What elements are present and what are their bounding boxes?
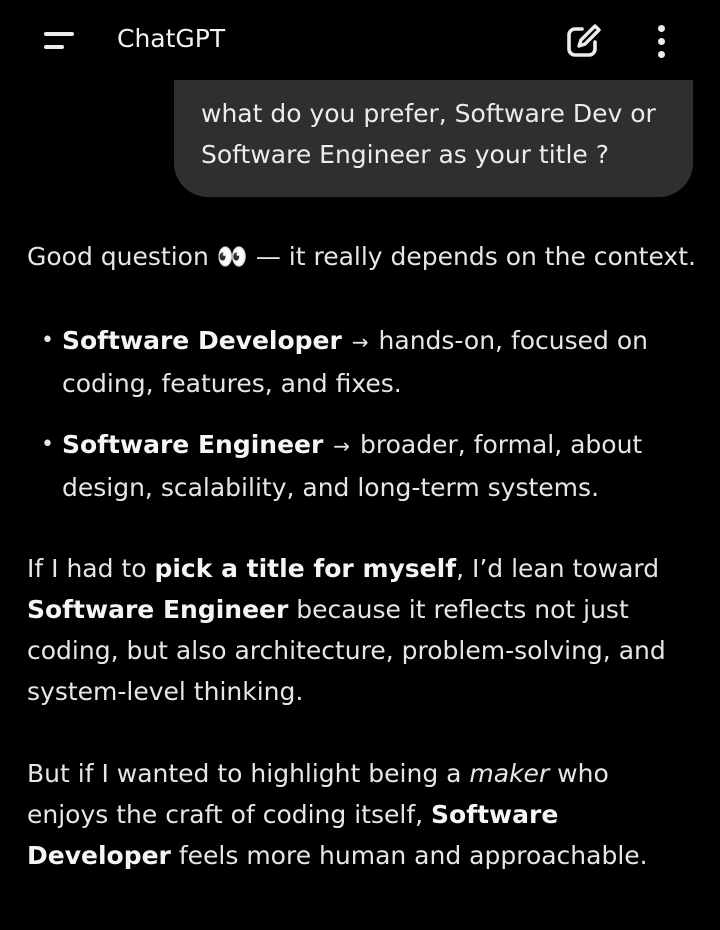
- assistant-message: Good question 👀 — it really depends on t…: [27, 236, 697, 876]
- assistant-paragraph-preference: If I had to pick a title for myself, I’d…: [27, 554, 666, 706]
- list-item-term: Software Developer: [62, 326, 342, 355]
- new-chat-button[interactable]: [562, 20, 606, 62]
- arrow-icon: →: [351, 330, 369, 354]
- comparison-list: • Software Developer → hands-on, focused…: [27, 320, 697, 508]
- assistant-intro: Good question 👀 — it really depends on t…: [27, 242, 696, 271]
- eyes-emoji: 👀: [216, 242, 248, 271]
- user-message-bubble: what do you prefer, Software Dev or Soft…: [174, 70, 693, 197]
- user-message-text: what do you prefer, Software Dev or Soft…: [201, 99, 656, 169]
- edit-icon: [567, 24, 601, 57]
- list-item-term: Software Engineer: [62, 430, 324, 459]
- top-app-bar: ChatGPT: [0, 0, 720, 80]
- arrow-icon: →: [333, 434, 351, 458]
- more-options-button[interactable]: [644, 18, 680, 64]
- list-item: • Software Engineer → broader, formal, a…: [41, 430, 643, 502]
- assistant-paragraph-alternative: But if I wanted to highlight being a mak…: [27, 759, 648, 870]
- menu-button[interactable]: [36, 20, 84, 60]
- app-title: ChatGPT: [117, 24, 226, 53]
- list-item: • Software Developer → hands-on, focused…: [41, 326, 649, 398]
